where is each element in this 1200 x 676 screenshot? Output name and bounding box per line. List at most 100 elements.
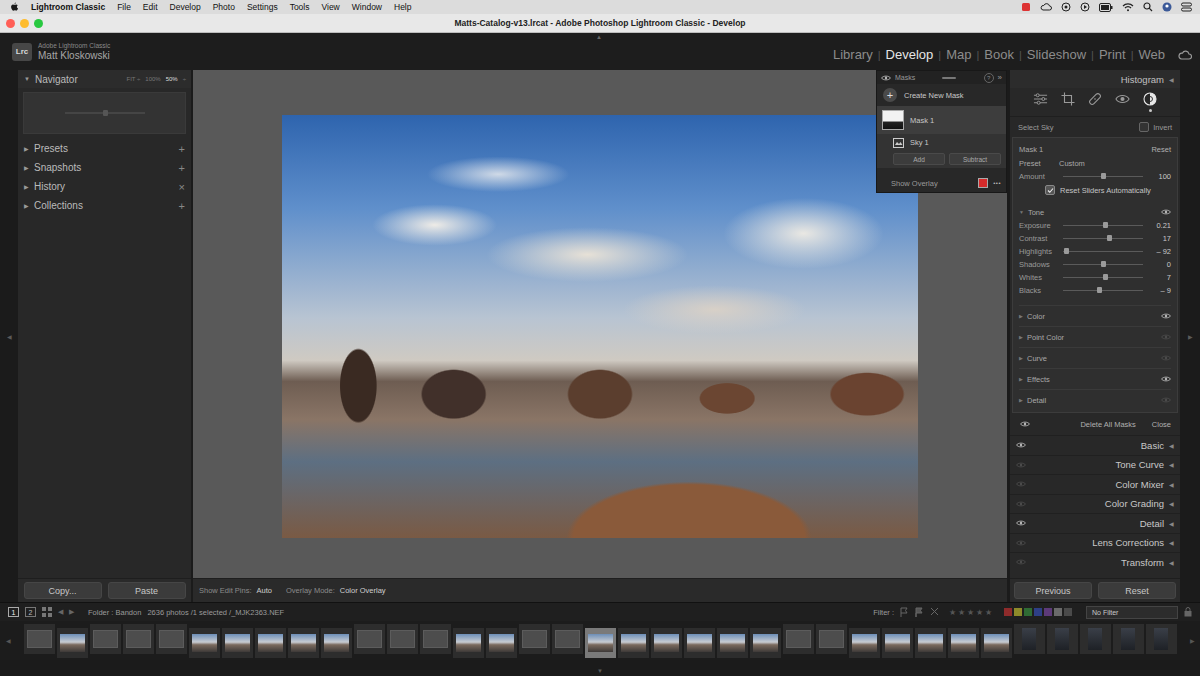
filmstrip-thumbnail[interactable]	[453, 628, 484, 658]
filmstrip-thumbnail[interactable]	[420, 624, 451, 654]
record-icon[interactable]	[1021, 2, 1031, 12]
color-label[interactable]	[1014, 608, 1022, 616]
close-button[interactable]	[6, 19, 15, 28]
color-label[interactable]	[1064, 608, 1072, 616]
eye-icon[interactable]	[1016, 501, 1026, 507]
mask-subsection[interactable]: ▶ Curve	[1019, 347, 1171, 368]
panel-button[interactable]: Copy...	[24, 582, 102, 599]
filmstrip-thumbnail[interactable]	[288, 628, 319, 658]
menu-item[interactable]: File	[117, 2, 131, 12]
mask-subsection[interactable]: ▶ Effects	[1019, 368, 1171, 389]
more-button[interactable]: •••	[993, 180, 1001, 186]
filmstrip-thumbnail[interactable]	[849, 628, 880, 658]
top-panel-toggle[interactable]: ▲	[596, 34, 602, 40]
overlay-color-swatch[interactable]	[978, 178, 988, 188]
develop-panel-header[interactable]: Detail ◀	[1010, 513, 1180, 533]
window-view-button[interactable]: 1	[8, 607, 19, 617]
section-action[interactable]: ×	[179, 181, 185, 193]
filmstrip-thumbnail[interactable]	[915, 628, 946, 658]
healing-tool[interactable]	[1088, 92, 1102, 112]
grid-icon[interactable]	[42, 607, 52, 617]
panel-button[interactable]: Paste	[108, 582, 186, 599]
zoom-option[interactable]: 50%	[166, 76, 178, 82]
collapse-button[interactable]: »	[998, 73, 1002, 82]
filmstrip-thumbnail[interactable]	[882, 628, 913, 658]
masks-panel-header[interactable]: Masks ? »	[877, 71, 1006, 84]
control-center-icon[interactable]	[1181, 2, 1192, 12]
eye-icon[interactable]	[1161, 376, 1171, 382]
filmstrip-thumbnail[interactable]	[948, 628, 979, 658]
rejected-flag-icon[interactable]	[930, 607, 939, 617]
filmstrip-thumbnail[interactable]	[90, 624, 121, 654]
play-icon[interactable]	[1080, 2, 1090, 12]
drag-handle[interactable]	[942, 77, 956, 79]
module-tab[interactable]: Print	[1099, 47, 1126, 62]
filmstrip-thumbnail[interactable]	[156, 624, 187, 654]
subtract-button[interactable]: Subtract	[949, 153, 1001, 165]
masking-tool[interactable]	[1143, 92, 1157, 112]
tone-slider[interactable]: Whites 7	[1019, 271, 1171, 284]
menu-item[interactable]: Photo	[213, 2, 235, 12]
mask-row[interactable]: Mask 1	[877, 106, 1006, 134]
module-tab[interactable]: Library	[833, 47, 873, 62]
eye-icon[interactable]	[1161, 397, 1171, 403]
zoom-option[interactable]: 100%	[145, 76, 160, 82]
color-label[interactable]	[1054, 608, 1062, 616]
develop-panel-header[interactable]: Color Mixer ◀	[1010, 474, 1180, 494]
eye-icon[interactable]	[881, 75, 891, 81]
apple-icon[interactable]	[10, 2, 19, 13]
show-overlay-label[interactable]: Show Overlay	[891, 179, 938, 188]
search-icon[interactable]	[1143, 2, 1153, 12]
filmstrip-thumbnail[interactable]	[57, 628, 88, 658]
filmstrip-thumbnail[interactable]	[519, 624, 550, 654]
photo[interactable]	[282, 115, 918, 538]
filmstrip-thumbnail[interactable]	[1014, 624, 1045, 654]
filmstrip-thumbnail[interactable]	[189, 628, 220, 658]
preset-row[interactable]: Preset Custom	[1019, 156, 1171, 170]
menu-item[interactable]: Help	[394, 2, 411, 12]
develop-panel-header[interactable]: Lens Corrections ◀	[1010, 533, 1180, 553]
red-eye-tool[interactable]	[1115, 92, 1130, 112]
filmstrip-thumbnail[interactable]	[783, 624, 814, 654]
filmstrip-thumbnail[interactable]	[618, 628, 649, 658]
filmstrip-thumbnail[interactable]	[255, 628, 286, 658]
left-panel-section[interactable]: ▶ Presets +	[18, 139, 191, 158]
battery-icon[interactable]	[1099, 3, 1113, 12]
creative-cloud-icon[interactable]	[1178, 49, 1192, 61]
tone-slider[interactable]: Shadows 0	[1019, 258, 1171, 271]
toolbar-item[interactable]: Overlay Mode: Color Overlay	[286, 586, 386, 595]
close-button[interactable]: Close	[1152, 420, 1171, 429]
amount-slider[interactable]: Amount 100	[1019, 170, 1171, 183]
reset-sliders-row[interactable]: Reset Sliders Automatically	[1019, 183, 1171, 197]
navigation-arrow[interactable]: ▶	[69, 608, 74, 616]
module-tab[interactable]: Book	[984, 47, 1014, 62]
menu-item[interactable]: View	[321, 2, 339, 12]
filmstrip-scroll-left[interactable]: ◀	[3, 637, 13, 644]
filmstrip-thumbnail[interactable]	[651, 628, 682, 658]
menu-item[interactable]: Settings	[247, 2, 278, 12]
section-action[interactable]: +	[179, 143, 185, 155]
filmstrip-thumbnail[interactable]	[552, 624, 583, 654]
filmstrip-thumbnail[interactable]	[1080, 624, 1111, 654]
invert-checkbox[interactable]	[1139, 122, 1149, 132]
menu-item[interactable]: Edit	[143, 2, 158, 12]
navigation-arrow[interactable]: ◀	[58, 608, 63, 616]
navigator-preview[interactable]	[23, 92, 186, 134]
eye-icon[interactable]	[1161, 355, 1171, 361]
left-panel-section[interactable]: ▶ History ×	[18, 177, 191, 196]
module-tab[interactable]: Develop	[886, 47, 934, 62]
flag-icon[interactable]	[915, 607, 924, 617]
filmstrip-thumbnail[interactable]	[684, 628, 715, 658]
develop-panel-header[interactable]: Tone Curve ◀	[1010, 455, 1180, 475]
filmstrip-thumbnail[interactable]	[1113, 624, 1144, 654]
eye-icon[interactable]	[1016, 559, 1026, 565]
wifi-icon[interactable]	[1122, 2, 1134, 12]
panel-button[interactable]: Previous	[1014, 582, 1092, 599]
tone-slider[interactable]: Contrast 17	[1019, 232, 1171, 245]
tone-slider[interactable]: Exposure 0.21	[1019, 219, 1171, 232]
filmstrip-thumbnail[interactable]	[222, 628, 253, 658]
app-menu[interactable]: Lightroom Classic	[31, 2, 105, 12]
histogram-header[interactable]: Histogram ◀	[1010, 70, 1180, 88]
eye-icon[interactable]	[1161, 209, 1171, 215]
menu-item[interactable]: Window	[352, 2, 382, 12]
